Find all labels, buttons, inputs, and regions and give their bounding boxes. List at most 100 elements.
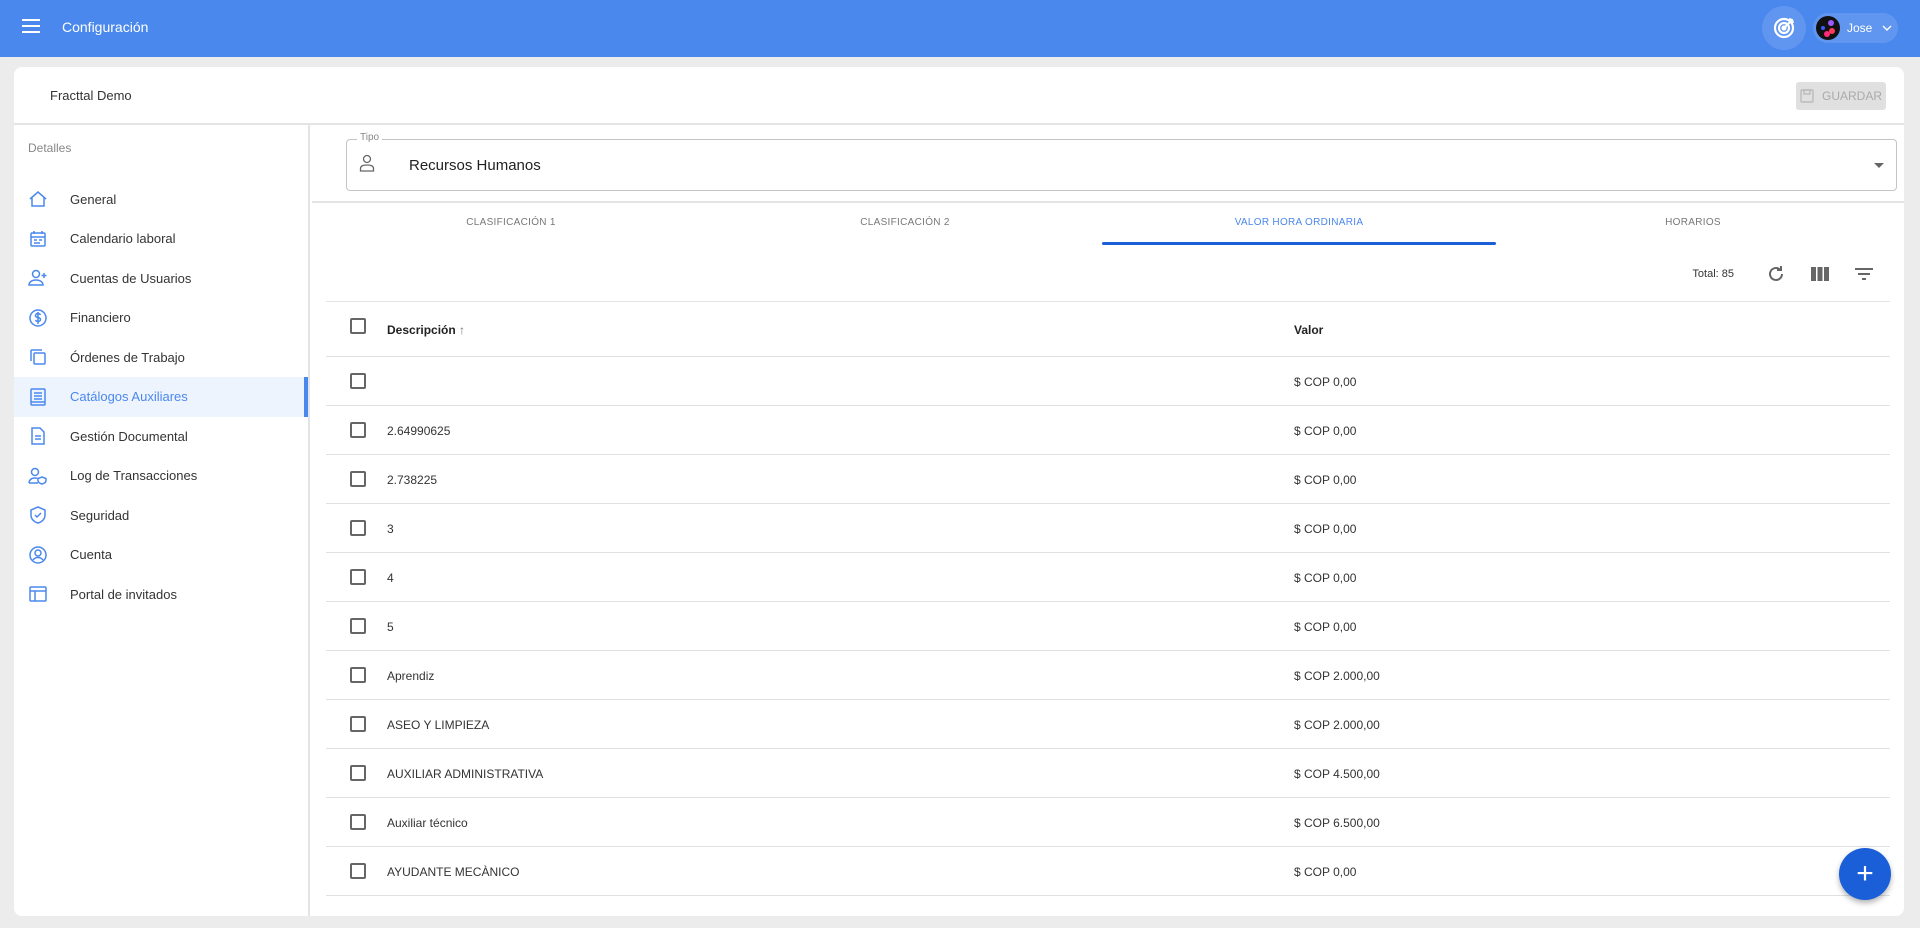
- person-icon: [359, 154, 375, 172]
- select-all-checkbox[interactable]: [350, 318, 366, 334]
- calendar-icon: [28, 229, 48, 249]
- user-menu-button[interactable]: Jose: [1813, 13, 1898, 43]
- user-add-icon: [28, 268, 48, 288]
- cell-valor: $ COP 0,00: [1294, 375, 1357, 389]
- top-app-bar: Configuración Jose: [0, 0, 1920, 57]
- cell-valor: $ COP 0,00: [1294, 865, 1357, 879]
- app-title: Configuración: [62, 19, 149, 35]
- row-checkbox[interactable]: [350, 814, 366, 830]
- table-row[interactable]: 4 $ COP 0,00: [326, 553, 1890, 602]
- table-row[interactable]: AUXILIAR ADMINISTRATIVA $ COP 4.500,00: [326, 749, 1890, 798]
- cell-descripcion: AUXILIAR ADMINISTRATIVA: [387, 767, 544, 781]
- avatar: [1816, 16, 1840, 40]
- sidebar-item-cuentas-de-usuarios[interactable]: Cuentas de Usuarios: [14, 258, 308, 298]
- sidebar-item-catalogos-auxiliares[interactable]: Catálogos Auxiliares: [14, 376, 308, 417]
- sidebar-item-general[interactable]: General: [14, 179, 308, 219]
- tab-3[interactable]: VALOR HORA ORDINARIA: [1102, 203, 1496, 245]
- table-row[interactable]: AYUDANTE MECÀNICO $ COP 0,00: [326, 847, 1890, 896]
- main-content: Tipo Recursos Humanos CLASIFICACIÓN 1 CLA…: [312, 125, 1904, 916]
- book-icon: [28, 387, 48, 407]
- row-checkbox[interactable]: [350, 569, 366, 585]
- tab-2[interactable]: CLASIFICACIÓN 2: [708, 203, 1102, 245]
- table-row[interactable]: 3 $ COP 0,00: [326, 504, 1890, 553]
- table-header: Descripción ↑ Valor: [326, 301, 1890, 357]
- sidebar-section-label: Detalles: [28, 141, 72, 155]
- sidebar-item-label: Órdenes de Trabajo: [70, 349, 185, 365]
- cell-descripcion: 5: [387, 620, 394, 634]
- save-label: GUARDAR: [1821, 89, 1882, 103]
- table-row[interactable]: 2.64990625 $ COP 0,00: [326, 406, 1890, 455]
- refresh-icon[interactable]: [1754, 265, 1798, 283]
- sidebar-item-label: Log de Transacciones: [70, 468, 198, 483]
- sidebar-item-gestion-documental[interactable]: Gestión Documental: [14, 416, 308, 456]
- table-row[interactable]: $ COP 0,00: [326, 357, 1890, 406]
- sidebar-item-seguridad[interactable]: Seguridad: [14, 495, 308, 535]
- sidebar-item-label: Cuentas de Usuarios: [70, 270, 192, 286]
- sidebar-item-label: Portal de invitados: [70, 586, 177, 602]
- row-checkbox[interactable]: [350, 618, 366, 634]
- sidebar-item-cuenta[interactable]: Cuenta: [14, 535, 308, 575]
- sidebar-item-label: Financiero: [70, 310, 131, 325]
- cell-valor: $ COP 4.500,00: [1294, 767, 1380, 781]
- cell-valor: $ COP 2.000,00: [1294, 669, 1380, 683]
- save-button[interactable]: GUARDAR: [1796, 82, 1886, 110]
- menu-icon[interactable]: [22, 19, 40, 33]
- cell-valor: $ COP 0,00: [1294, 424, 1357, 438]
- sidebar-item-label: Gestión Documental: [70, 428, 188, 444]
- total-count: Total: 85: [1692, 268, 1734, 280]
- sidebar-item-ordenes-de-trabajo[interactable]: Órdenes de Trabajo: [14, 337, 308, 377]
- column-header-descripcion[interactable]: Descripción ↑: [387, 323, 465, 337]
- sidebar-item-label: Cuenta: [70, 547, 112, 562]
- row-checkbox[interactable]: [350, 373, 366, 389]
- tab-1[interactable]: CLASIFICACIÓN 1: [314, 203, 708, 245]
- table-row[interactable]: ASEO Y LIMPIEZA $ COP 2.000,00: [326, 700, 1890, 749]
- sidebar-item-log-de-transacciones[interactable]: Log de Transacciones: [14, 456, 308, 496]
- cell-valor: $ COP 0,00: [1294, 473, 1357, 487]
- user-name: Jose: [1847, 21, 1873, 35]
- layout-icon: [28, 584, 48, 604]
- sidebar-item-label: Catálogos Auxiliares: [70, 389, 188, 404]
- tipo-label: Tipo: [357, 132, 383, 143]
- row-checkbox[interactable]: [350, 520, 366, 536]
- user-shield-icon: [28, 466, 48, 486]
- table-row[interactable]: Aprendiz $ COP 2.000,00: [326, 651, 1890, 700]
- cell-descripcion: AYUDANTE MECÀNICO: [387, 865, 520, 879]
- account-circle-icon: [28, 545, 48, 565]
- cell-descripcion: 4: [387, 571, 394, 585]
- sidebar-item-label: Calendario laboral: [70, 231, 176, 246]
- row-checkbox[interactable]: [350, 863, 366, 879]
- chevron-down-icon: [1882, 25, 1892, 31]
- filter-icon[interactable]: [1842, 267, 1886, 281]
- row-checkbox[interactable]: [350, 667, 366, 683]
- tab-4[interactable]: HORARIOS: [1496, 203, 1890, 245]
- tipo-value: Recursos Humanos: [409, 157, 541, 174]
- sidebar-item-financiero[interactable]: Financiero: [14, 298, 308, 338]
- sidebar-item-label: General: [70, 191, 117, 207]
- sidebar-item-label: Seguridad: [70, 507, 130, 523]
- sidebar-item-portal-de-invitados[interactable]: Portal de invitados: [14, 574, 308, 614]
- column-header-valor[interactable]: Valor: [1294, 323, 1323, 337]
- row-checkbox[interactable]: [350, 471, 366, 487]
- cell-descripcion: 3: [387, 522, 394, 536]
- home-icon: [28, 189, 48, 209]
- cell-descripcion: Auxiliar técnico: [387, 816, 468, 830]
- cell-valor: $ COP 6.500,00: [1294, 816, 1380, 830]
- cell-descripcion: Aprendiz: [387, 669, 435, 683]
- card-header: Fracttal Demo GUARDAR: [14, 67, 1904, 125]
- sidebar-item-calendario-laboral[interactable]: Calendario laboral: [14, 219, 308, 259]
- sort-arrow-up-icon: ↑: [459, 323, 466, 337]
- columns-icon[interactable]: [1798, 267, 1842, 281]
- target-icon[interactable]: [1762, 6, 1806, 50]
- table-row[interactable]: 2.738225 $ COP 0,00: [326, 455, 1890, 504]
- table-row[interactable]: Auxiliar técnico $ COP 6.500,00: [326, 798, 1890, 847]
- table-row[interactable]: 5 $ COP 0,00: [326, 602, 1890, 651]
- tipo-select[interactable]: Tipo Recursos Humanos: [346, 132, 1897, 191]
- row-checkbox[interactable]: [350, 716, 366, 732]
- row-checkbox[interactable]: [350, 422, 366, 438]
- row-checkbox[interactable]: [350, 765, 366, 781]
- cell-valor: $ COP 2.000,00: [1294, 718, 1380, 732]
- data-table: Descripción ↑ Valor $ COP 0,00 2.64990625…: [326, 301, 1890, 896]
- company-name: Fracttal Demo: [50, 88, 132, 103]
- add-button[interactable]: +: [1839, 848, 1891, 900]
- save-icon: [1800, 89, 1814, 103]
